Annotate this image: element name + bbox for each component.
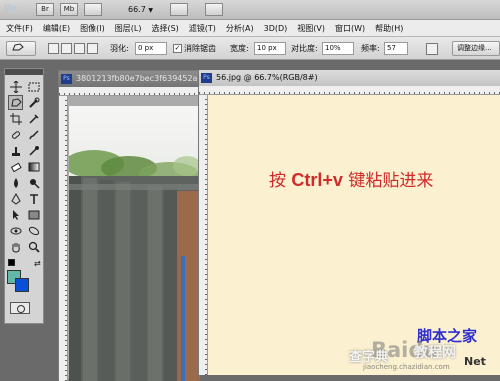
history-brush-tool-icon[interactable] [26,143,41,158]
minibridge-button[interactable]: Mb [60,3,78,16]
feather-label: 羽化: [110,44,129,53]
quick-mask-icon[interactable] [10,302,30,314]
menu-analysis[interactable]: 分析(A) [226,23,254,34]
menu-image[interactable]: 图像(I) [80,23,105,34]
clone-stamp-tool-icon[interactable] [8,143,23,158]
menu-filter[interactable]: 滤镜(T) [189,23,216,34]
document-title: 56.jpg @ 66.7%(RGB/8#) [216,73,318,82]
options-bar: 羽化: 0 px ✓ 消除锯齿 宽度: 10 px 对比度: 10% 频率: 5… [0,37,500,60]
document-title: 3801213fb80e7bec3f639452a [76,74,198,83]
ps-document-icon: Ps [201,73,212,83]
frequency-label: 频率: [361,44,380,53]
frequency-input[interactable]: 57 [384,42,408,55]
document-window-photo[interactable]: Ps 3801213fb80e7bec3f639452a [58,70,201,381]
3d-rotate-tool-icon[interactable] [8,223,23,238]
pen-tool-icon[interactable] [8,191,23,206]
width-input[interactable]: 10 px [254,42,286,55]
healing-brush-tool-icon[interactable] [8,127,23,142]
antialias-label: 消除锯齿 [184,44,216,53]
dodge-tool-icon[interactable] [26,175,41,190]
instruction-suffix: 键粘贴进来 [342,171,434,191]
instruction-prefix: 按 [269,171,292,191]
magnetic-lasso-icon [12,43,24,51]
lasso-tool-icon[interactable] [8,95,23,110]
3d-orbit-tool-icon[interactable] [26,223,41,238]
instruction-shortcut: Ctrl+v [291,170,343,190]
menu-edit[interactable]: 编辑(E) [43,23,70,34]
ps-document-icon: Ps [61,74,72,84]
toolbox-header[interactable] [5,69,43,75]
brush-tool-icon[interactable] [26,127,41,142]
menu-select[interactable]: 选择(S) [151,23,178,34]
swap-colors-icon[interactable]: ⇄ [34,259,41,268]
watermark-sub: 教程网 [414,345,456,361]
horizontal-ruler[interactable] [199,86,500,95]
vertical-ruler[interactable] [199,95,208,375]
marquee-tool-icon[interactable] [26,79,41,94]
eyedropper-tool-icon[interactable] [26,111,41,126]
arrange-documents-icon[interactable] [205,3,223,16]
instruction-text: 按 Ctrl+v 键粘贴进来 [269,166,433,191]
menu-layer[interactable]: 图层(L) [115,23,142,34]
feather-input[interactable]: 0 px [135,42,167,55]
menu-bar: 文件(F) 编辑(E) 图像(I) 图层(L) 选择(S) 滤镜(T) 分析(A… [0,20,500,37]
background-color-swatch[interactable] [15,278,29,292]
app-bar: Ps Br Mb 66.7 ▼ [0,0,500,20]
gradient-tool-icon[interactable] [26,159,41,174]
intersect-selection-icon[interactable] [87,43,98,54]
contrast-input[interactable]: 10% [322,42,354,55]
eraser-tool-icon[interactable] [8,159,23,174]
bridge-button[interactable]: Br [36,3,54,16]
menu-3d[interactable]: 3D(D) [264,24,288,33]
menu-window[interactable]: 窗口(W) [335,23,365,34]
horizontal-ruler[interactable] [59,87,201,96]
refine-edge-button[interactable]: 调整边缘... [452,41,500,56]
zoom-value: 66.7 [128,5,146,14]
contrast-label: 对比度: [291,44,318,53]
watermark-url: jiaocheng.chazidian.com [363,363,450,371]
blur-tool-icon[interactable] [8,175,23,190]
view-extras-icon[interactable] [84,3,102,16]
rectangle-tool-icon[interactable] [26,207,41,222]
document-window-canvas[interactable]: Ps 56.jpg @ 66.7%(RGB/8#) 按 Ctrl+v 键粘贴进来… [198,70,500,375]
document-tab-canvas[interactable]: Ps 56.jpg @ 66.7%(RGB/8#) [199,70,500,86]
quick-selection-tool-icon[interactable] [26,95,41,110]
watermark-net: Net [464,355,486,368]
menu-view[interactable]: 视图(V) [297,23,325,34]
new-selection-icon[interactable] [48,43,59,54]
zoom-level[interactable]: 66.7 ▼ [128,3,153,17]
move-tool-icon[interactable] [8,79,23,94]
type-tool-icon[interactable] [26,191,41,206]
path-selection-tool-icon[interactable] [8,207,23,222]
antialias-checkbox[interactable]: ✓ [173,44,182,53]
zoom-tool-icon[interactable] [26,239,41,254]
vertical-ruler[interactable] [59,96,68,381]
document-tab-photo[interactable]: Ps 3801213fb80e7bec3f639452a [59,71,199,87]
subtract-selection-icon[interactable] [74,43,85,54]
default-colors-icon[interactable] [8,259,15,266]
hand-tool-icon[interactable] [8,239,23,254]
photoshop-logo: Ps [4,3,18,15]
add-to-selection-icon[interactable] [61,43,72,54]
crop-tool-icon[interactable] [8,111,23,126]
tablet-pressure-icon[interactable] [426,43,438,55]
menu-help[interactable]: 帮助(H) [375,23,403,34]
tool-preset-picker[interactable] [6,41,36,56]
menu-file[interactable]: 文件(F) [6,23,33,34]
hand-icon[interactable] [170,3,188,16]
chevron-down-icon: ▼ [148,7,153,14]
width-label: 宽度: [230,44,249,53]
fence-photo [69,106,199,381]
